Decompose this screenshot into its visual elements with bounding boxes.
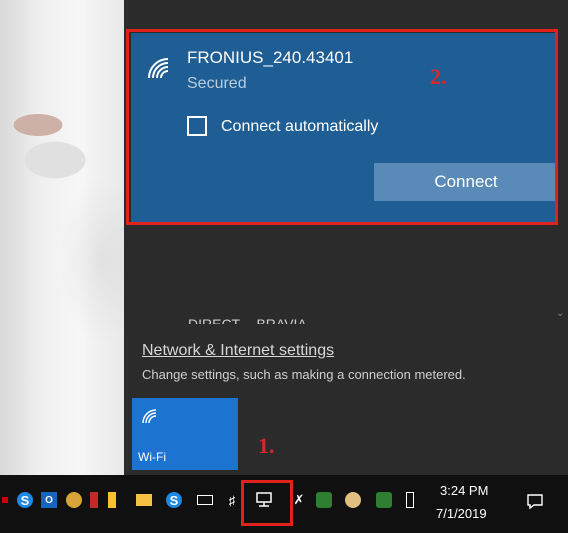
app-icon[interactable] [345, 492, 361, 508]
flag-icon[interactable] [90, 492, 98, 508]
shield-icon[interactable] [316, 492, 332, 508]
wifi-tile-label: Wi-Fi [138, 450, 166, 464]
battery-icon[interactable] [197, 495, 213, 505]
mail-icon[interactable] [136, 494, 152, 506]
notification-icon[interactable] [526, 492, 544, 510]
pen-icon[interactable] [406, 492, 414, 508]
tools-icon[interactable]: ✗ [291, 492, 307, 508]
network-settings-description: Change settings, such as making a connec… [142, 367, 466, 382]
red-app-icon[interactable] [2, 497, 8, 503]
security-icon[interactable] [376, 492, 392, 508]
clock-date[interactable]: 7/1/2019 [436, 506, 487, 521]
skype-icon[interactable]: S [17, 492, 33, 508]
network-settings-link[interactable]: Network & Internet settings [142, 342, 334, 360]
globe-icon[interactable] [66, 492, 82, 508]
highlight-box-step-2 [126, 29, 558, 225]
flag-icon[interactable] [108, 492, 116, 508]
desktop-wallpaper [0, 0, 132, 475]
outlook-icon[interactable]: O [41, 492, 57, 508]
highlight-box-step-1 [241, 480, 293, 526]
scroll-down-icon[interactable]: ⌄ [556, 308, 564, 319]
volume-icon[interactable]: ♯ [224, 492, 240, 508]
step-2-label: 2. [430, 64, 447, 89]
step-1-label: 1. [258, 433, 275, 458]
network-list-item-partial[interactable]: DIRECT-..-BRAVIA [188, 315, 307, 324]
skype-business-icon[interactable]: S [166, 492, 182, 508]
wifi-icon [142, 409, 157, 424]
clock-time[interactable]: 3:24 PM [440, 483, 488, 498]
